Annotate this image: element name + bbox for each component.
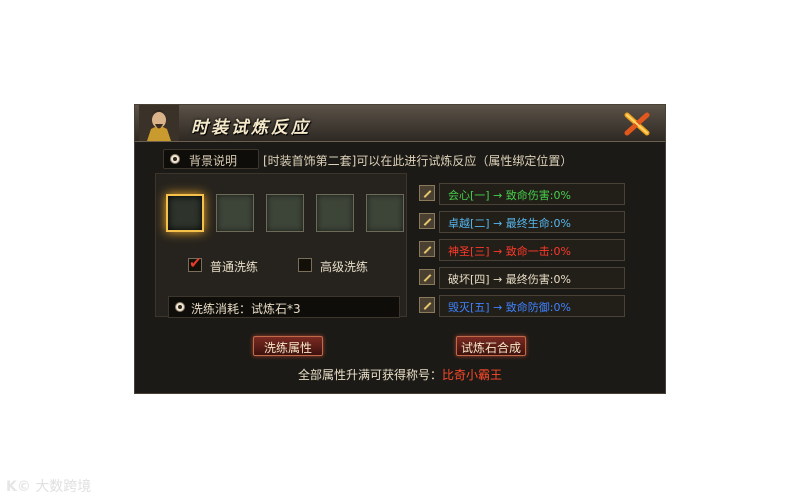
- equipment-slot-2[interactable]: [216, 194, 254, 232]
- button-label: 洗练属性: [263, 341, 312, 355]
- wash-attributes-button[interactable]: 洗练属性: [253, 336, 323, 356]
- attribute-text: 破坏[四] → 最终伤害:0%: [448, 273, 571, 286]
- attribute-row: 卓越[二] → 最终生命:0%: [419, 211, 629, 233]
- equipment-slot-4[interactable]: [316, 194, 354, 232]
- cost-text: 洗练消耗：试炼石*3: [191, 302, 301, 316]
- checkmark-icon: ✔: [189, 254, 202, 272]
- tab-label: 背景说明: [189, 154, 238, 168]
- title-reward: 比奇小霸王: [442, 368, 503, 382]
- attribute-row: 会心[一] → 致命伤害:0%: [419, 183, 629, 205]
- attribute-row: 神圣[三] → 致命一击:0%: [419, 239, 629, 261]
- button-label: 试炼石合成: [460, 341, 521, 355]
- watermark-text: 大数跨境: [35, 479, 92, 495]
- trial-reaction-window: 时装试炼反应 背景说明 [时装首饰第二套]可以在此进行试炼反应（属性绑定位置） …: [134, 104, 666, 394]
- watermark: K© 大数跨境: [6, 476, 91, 496]
- radio-icon: [170, 154, 180, 164]
- lock-icon[interactable]: [419, 213, 435, 229]
- option-label: 普通洗练: [210, 260, 259, 274]
- attribute-text: 毁灭[五] → 致命防御:0%: [448, 301, 571, 314]
- lock-icon[interactable]: [419, 269, 435, 285]
- tab-background-info[interactable]: 背景说明: [163, 149, 259, 169]
- lock-icon[interactable]: [419, 297, 435, 313]
- close-button[interactable]: [623, 111, 651, 137]
- attribute-row: 毁灭[五] → 致命防御:0%: [419, 295, 629, 317]
- attribute-row: 破坏[四] → 最终伤害:0%: [419, 267, 629, 289]
- lock-icon[interactable]: [419, 241, 435, 257]
- footer-text: 全部属性升满可获得称号：: [297, 368, 442, 382]
- option-label: 高级洗练: [320, 260, 369, 274]
- synthesize-stone-button[interactable]: 试炼石合成: [456, 336, 526, 356]
- equipment-slot-1[interactable]: [166, 194, 204, 232]
- window-title: 时装试炼反应: [191, 118, 311, 138]
- npc-portrait: [139, 105, 179, 141]
- footer-hint: 全部属性升满可获得称号：比奇小霸王: [135, 366, 665, 383]
- close-icon: [624, 112, 650, 136]
- description-text: [时装首饰第二套]可以在此进行试炼反应（属性绑定位置）: [263, 154, 573, 168]
- wash-area: ✔ 普通洗练 高级洗练 洗练消耗：试炼石*3: [155, 173, 407, 318]
- radio-icon: [175, 302, 185, 312]
- attribute-text: 神圣[三] → 致命一击:0%: [448, 245, 571, 258]
- equipment-slot-3[interactable]: [266, 194, 304, 232]
- watermark-logo: K©: [6, 479, 31, 495]
- attribute-text: 会心[一] → 致命伤害:0%: [448, 189, 571, 202]
- equipment-slot-5[interactable]: [366, 194, 404, 232]
- attribute-text: 卓越[二] → 最终生命:0%: [448, 217, 571, 230]
- title-bar: 时装试炼反应: [135, 105, 665, 142]
- cost-info: 洗练消耗：试炼石*3: [168, 296, 400, 318]
- lock-icon[interactable]: [419, 185, 435, 201]
